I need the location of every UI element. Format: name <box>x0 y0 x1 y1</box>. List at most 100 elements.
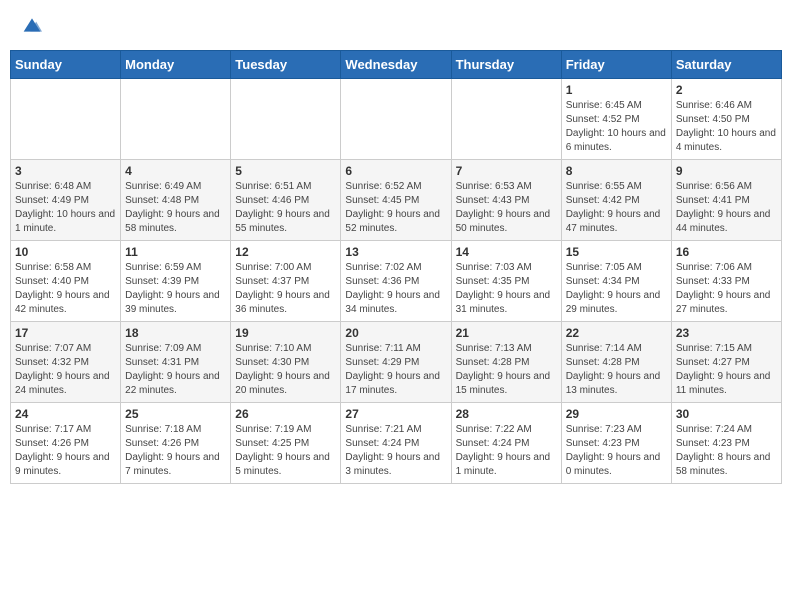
calendar-cell: 17 Sunrise: 7:07 AM Sunset: 4:32 PM Dayli… <box>11 322 121 403</box>
day-info: Sunrise: 6:59 AM Sunset: 4:39 PM Dayligh… <box>125 261 226 317</box>
day-number: 7 <box>456 164 557 178</box>
day-header-thursday: Thursday <box>451 51 561 79</box>
day-info: Sunrise: 6:52 AM Sunset: 4:45 PM Dayligh… <box>345 180 446 236</box>
day-number: 13 <box>345 245 446 259</box>
calendar-cell: 19 Sunrise: 7:10 AM Sunset: 4:30 PM Dayli… <box>231 322 341 403</box>
calendar-cell: 30 Sunrise: 7:24 AM Sunset: 4:23 PM Dayli… <box>671 403 781 484</box>
calendar: SundayMondayTuesdayWednesdayThursdayFrid… <box>10 50 782 484</box>
calendar-cell: 1 Sunrise: 6:45 AM Sunset: 4:52 PM Daylig… <box>561 79 671 160</box>
day-info: Sunrise: 7:17 AM Sunset: 4:26 PM Dayligh… <box>15 423 116 479</box>
calendar-cell: 29Sunrise: 7:23 AM Sunset: 4:23 PM Dayli… <box>561 403 671 484</box>
calendar-cell: 27 Sunrise: 7:21 AM Sunset: 4:24 PM Dayli… <box>341 403 451 484</box>
calendar-week-row: 17 Sunrise: 7:07 AM Sunset: 4:32 PM Dayli… <box>11 322 782 403</box>
calendar-cell: 25 Sunrise: 7:18 AM Sunset: 4:26 PM Dayli… <box>121 403 231 484</box>
day-info: Sunrise: 7:10 AM Sunset: 4:30 PM Dayligh… <box>235 342 336 398</box>
calendar-cell: 24 Sunrise: 7:17 AM Sunset: 4:26 PM Dayli… <box>11 403 121 484</box>
day-info: Sunrise: 7:07 AM Sunset: 4:32 PM Dayligh… <box>15 342 116 398</box>
calendar-cell: 6 Sunrise: 6:52 AM Sunset: 4:45 PM Daylig… <box>341 160 451 241</box>
calendar-cell: 18Sunrise: 7:09 AM Sunset: 4:31 PM Dayli… <box>121 322 231 403</box>
day-info: Sunrise: 6:49 AM Sunset: 4:48 PM Dayligh… <box>125 180 226 236</box>
day-info: Sunrise: 6:51 AM Sunset: 4:46 PM Dayligh… <box>235 180 336 236</box>
day-info: Sunrise: 7:02 AM Sunset: 4:36 PM Dayligh… <box>345 261 446 317</box>
day-number: 12 <box>235 245 336 259</box>
header <box>10 10 782 40</box>
logo <box>20 15 42 35</box>
calendar-cell: 15 Sunrise: 7:05 AM Sunset: 4:34 PM Dayli… <box>561 241 671 322</box>
day-header-monday: Monday <box>121 51 231 79</box>
day-number: 17 <box>15 326 116 340</box>
calendar-cell: 4 Sunrise: 6:49 AM Sunset: 4:48 PM Daylig… <box>121 160 231 241</box>
calendar-cell: 26 Sunrise: 7:19 AM Sunset: 4:25 PM Dayli… <box>231 403 341 484</box>
calendar-cell: 28 Sunrise: 7:22 AM Sunset: 4:24 PM Dayli… <box>451 403 561 484</box>
day-header-friday: Friday <box>561 51 671 79</box>
day-header-tuesday: Tuesday <box>231 51 341 79</box>
day-number: 24 <box>15 407 116 421</box>
calendar-week-row: 1 Sunrise: 6:45 AM Sunset: 4:52 PM Daylig… <box>11 79 782 160</box>
day-number: 1 <box>566 83 667 97</box>
day-header-sunday: Sunday <box>11 51 121 79</box>
day-number: 6 <box>345 164 446 178</box>
day-info: Sunrise: 7:09 AM Sunset: 4:31 PM Dayligh… <box>125 342 226 398</box>
day-number: 3 <box>15 164 116 178</box>
calendar-cell: 22 Sunrise: 7:14 AM Sunset: 4:28 PM Dayli… <box>561 322 671 403</box>
day-header-saturday: Saturday <box>671 51 781 79</box>
day-number: 15 <box>566 245 667 259</box>
logo-icon <box>22 15 42 35</box>
day-info: Sunrise: 6:56 AM Sunset: 4:41 PM Dayligh… <box>676 180 777 236</box>
calendar-week-row: 10Sunrise: 6:58 AM Sunset: 4:40 PM Dayli… <box>11 241 782 322</box>
day-number: 9 <box>676 164 777 178</box>
day-number: 21 <box>456 326 557 340</box>
day-number: 19 <box>235 326 336 340</box>
day-number: 25 <box>125 407 226 421</box>
calendar-week-row: 3 Sunrise: 6:48 AM Sunset: 4:49 PM Daylig… <box>11 160 782 241</box>
day-number: 22 <box>566 326 667 340</box>
calendar-cell <box>341 79 451 160</box>
day-number: 27 <box>345 407 446 421</box>
day-header-wednesday: Wednesday <box>341 51 451 79</box>
calendar-cell: 7 Sunrise: 6:53 AM Sunset: 4:43 PM Daylig… <box>451 160 561 241</box>
day-info: Sunrise: 7:06 AM Sunset: 4:33 PM Dayligh… <box>676 261 777 317</box>
calendar-cell <box>121 79 231 160</box>
day-info: Sunrise: 7:18 AM Sunset: 4:26 PM Dayligh… <box>125 423 226 479</box>
day-number: 4 <box>125 164 226 178</box>
day-number: 23 <box>676 326 777 340</box>
day-number: 30 <box>676 407 777 421</box>
day-info: Sunrise: 7:13 AM Sunset: 4:28 PM Dayligh… <box>456 342 557 398</box>
calendar-cell: 8Sunrise: 6:55 AM Sunset: 4:42 PM Daylig… <box>561 160 671 241</box>
day-info: Sunrise: 7:23 AM Sunset: 4:23 PM Dayligh… <box>566 423 667 479</box>
day-info: Sunrise: 7:03 AM Sunset: 4:35 PM Dayligh… <box>456 261 557 317</box>
calendar-cell <box>451 79 561 160</box>
calendar-cell <box>231 79 341 160</box>
calendar-header-row: SundayMondayTuesdayWednesdayThursdayFrid… <box>11 51 782 79</box>
day-number: 14 <box>456 245 557 259</box>
day-info: Sunrise: 7:14 AM Sunset: 4:28 PM Dayligh… <box>566 342 667 398</box>
calendar-cell <box>11 79 121 160</box>
day-info: Sunrise: 7:22 AM Sunset: 4:24 PM Dayligh… <box>456 423 557 479</box>
day-info: Sunrise: 6:45 AM Sunset: 4:52 PM Dayligh… <box>566 99 667 155</box>
day-info: Sunrise: 6:53 AM Sunset: 4:43 PM Dayligh… <box>456 180 557 236</box>
day-info: Sunrise: 6:48 AM Sunset: 4:49 PM Dayligh… <box>15 180 116 236</box>
day-info: Sunrise: 6:46 AM Sunset: 4:50 PM Dayligh… <box>676 99 777 155</box>
day-number: 2 <box>676 83 777 97</box>
day-info: Sunrise: 7:00 AM Sunset: 4:37 PM Dayligh… <box>235 261 336 317</box>
day-info: Sunrise: 7:21 AM Sunset: 4:24 PM Dayligh… <box>345 423 446 479</box>
day-number: 16 <box>676 245 777 259</box>
day-info: Sunrise: 7:15 AM Sunset: 4:27 PM Dayligh… <box>676 342 777 398</box>
calendar-cell: 14 Sunrise: 7:03 AM Sunset: 4:35 PM Dayli… <box>451 241 561 322</box>
day-number: 26 <box>235 407 336 421</box>
calendar-cell: 12 Sunrise: 7:00 AM Sunset: 4:37 PM Dayli… <box>231 241 341 322</box>
day-number: 20 <box>345 326 446 340</box>
calendar-cell: 9 Sunrise: 6:56 AM Sunset: 4:41 PM Daylig… <box>671 160 781 241</box>
day-info: Sunrise: 7:24 AM Sunset: 4:23 PM Dayligh… <box>676 423 777 479</box>
calendar-cell: 13 Sunrise: 7:02 AM Sunset: 4:36 PM Dayli… <box>341 241 451 322</box>
day-number: 10 <box>15 245 116 259</box>
calendar-cell: 10Sunrise: 6:58 AM Sunset: 4:40 PM Dayli… <box>11 241 121 322</box>
day-info: Sunrise: 6:55 AM Sunset: 4:42 PM Dayligh… <box>566 180 667 236</box>
calendar-cell: 23 Sunrise: 7:15 AM Sunset: 4:27 PM Dayli… <box>671 322 781 403</box>
calendar-cell: 11Sunrise: 6:59 AM Sunset: 4:39 PM Dayli… <box>121 241 231 322</box>
day-info: Sunrise: 7:11 AM Sunset: 4:29 PM Dayligh… <box>345 342 446 398</box>
day-number: 28 <box>456 407 557 421</box>
calendar-cell: 16 Sunrise: 7:06 AM Sunset: 4:33 PM Dayli… <box>671 241 781 322</box>
day-info: Sunrise: 7:05 AM Sunset: 4:34 PM Dayligh… <box>566 261 667 317</box>
day-info: Sunrise: 7:19 AM Sunset: 4:25 PM Dayligh… <box>235 423 336 479</box>
